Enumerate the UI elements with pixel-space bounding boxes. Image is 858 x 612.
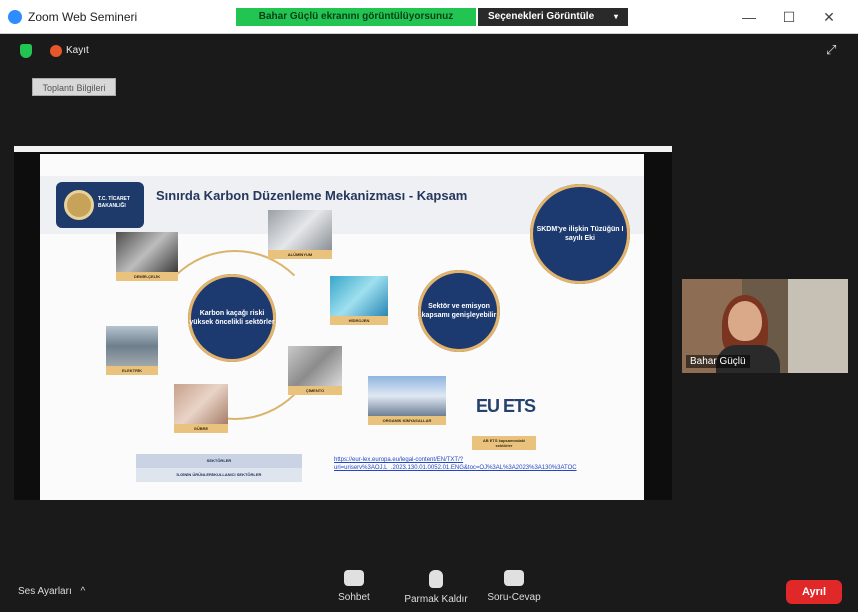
ministry-seal-icon: [64, 190, 94, 220]
eu-ets-caption: AB ETS kapsamındaki sektörler: [472, 436, 536, 450]
audio-settings-button[interactable]: Ses Ayarları ^: [18, 586, 85, 597]
recording-icon: [50, 45, 62, 57]
tile-caption: GÜBRE: [174, 424, 228, 433]
participant-video-tile[interactable]: Bahar Güçlü: [682, 279, 848, 373]
electricity-image: [106, 326, 158, 366]
tile-caption: ORGANİK KİMYASALLAR: [368, 416, 446, 425]
chat-label: Sohbet: [338, 592, 370, 603]
tile-hydrogen: HİDROJEN: [330, 276, 388, 325]
screen-share-banner: Bahar Güçlü ekranını görüntülüyorsunuz: [236, 8, 476, 26]
participant-name: Bahar Güçlü: [686, 355, 750, 368]
meeting-info-button[interactable]: Toplantı Bilgileri: [32, 78, 116, 96]
minimize-button[interactable]: —: [734, 7, 764, 27]
participant-face: [728, 301, 762, 341]
window-title: Zoom Web Semineri: [28, 10, 138, 24]
presentation-slide: T.C. TİCARET BAKANLIĞI Sınırda Karbon Dü…: [40, 154, 644, 500]
close-button[interactable]: ✕: [814, 7, 844, 27]
chevron-up-icon: ^: [80, 586, 86, 597]
regulation-link[interactable]: https://eur-lex.europa.eu/legal-content/…: [334, 456, 634, 472]
recording-label: Kayıt: [66, 45, 89, 56]
tile-fertilizer: GÜBRE: [174, 384, 228, 433]
tile-cement: ÇİMENTO: [288, 346, 342, 395]
organic-chemistry-image: [368, 376, 446, 416]
view-options-label: Seçenekleri Görüntüle: [488, 11, 595, 22]
leave-button[interactable]: Ayrıl: [786, 580, 842, 604]
tile-caption: ALÜMİNYUM: [268, 250, 332, 259]
window-titlebar: Zoom Web Semineri Bahar Güçlü ekranını g…: [0, 0, 858, 34]
chevron-down-icon: ▾: [613, 12, 618, 21]
raise-hand-button[interactable]: Parmak Kaldır: [396, 570, 476, 605]
qa-label: Soru-Cevap: [487, 592, 541, 603]
chat-button[interactable]: Sohbet: [314, 570, 394, 603]
iron-steel-image: [116, 232, 178, 272]
slide-title: Sınırda Karbon Düzenleme Mekanizması - K…: [156, 188, 468, 203]
ministry-logo-text: T.C. TİCARET BAKANLIĞI: [98, 196, 130, 209]
chat-icon: [344, 570, 364, 586]
sector-table: SEKTÖRLER İLGİNİN ÜRÜNLERİ/KULLANICI SEK…: [136, 454, 302, 482]
qa-button[interactable]: Soru-Cevap: [474, 570, 554, 603]
hand-icon: [429, 570, 443, 588]
video-background: [788, 279, 848, 373]
annex-bubble: SKDM'ye ilişkin Tüzüğün I sayılı Eki: [530, 184, 630, 284]
eu-ets-logo: EU ETS: [476, 396, 536, 416]
tile-electricity: ELEKTRİK: [106, 326, 158, 375]
tile-caption: HİDROJEN: [330, 316, 388, 325]
hydrogen-image: [330, 276, 388, 316]
view-options-button[interactable]: Seçenekleri Görüntüle ▾: [478, 8, 628, 26]
scope-expansion-bubble: Sektör ve emisyon kapsamı genişleyebilir: [418, 270, 500, 352]
tile-caption: DEMİR-ÇELİK: [116, 272, 178, 281]
tile-caption: ÇİMENTO: [288, 386, 342, 395]
tile-organic-chemistry: ORGANİK KİMYASALLAR: [368, 376, 446, 425]
raise-hand-label: Parmak Kaldır: [404, 594, 468, 605]
meeting-toolbar: Ses Ayarları ^ Sohbet Parmak Kaldır Soru…: [0, 566, 858, 612]
tile-caption: ELEKTRİK: [106, 366, 158, 375]
audio-settings-label: Ses Ayarları: [18, 586, 72, 597]
cement-image: [288, 346, 342, 386]
security-shield-icon[interactable]: [20, 44, 32, 58]
zoom-logo-icon: [8, 10, 22, 24]
tile-aluminium: ALÜMİNYUM: [268, 210, 332, 259]
table-row: İLGİNİN ÜRÜNLERİ/KULLANICI SEKTÖRLER: [136, 468, 302, 482]
fertilizer-image: [174, 384, 228, 424]
center-sector-bubble: Karbon kaçağı riski yüksek öncelikli sek…: [188, 274, 276, 362]
qa-icon: [504, 570, 524, 586]
table-row: SEKTÖRLER: [136, 454, 302, 468]
maximize-button[interactable]: ☐: [774, 7, 804, 27]
tile-iron-steel: DEMİR-ÇELİK: [116, 232, 178, 281]
fullscreen-icon[interactable]: ⤢: [826, 42, 836, 58]
aluminium-image: [268, 210, 332, 250]
